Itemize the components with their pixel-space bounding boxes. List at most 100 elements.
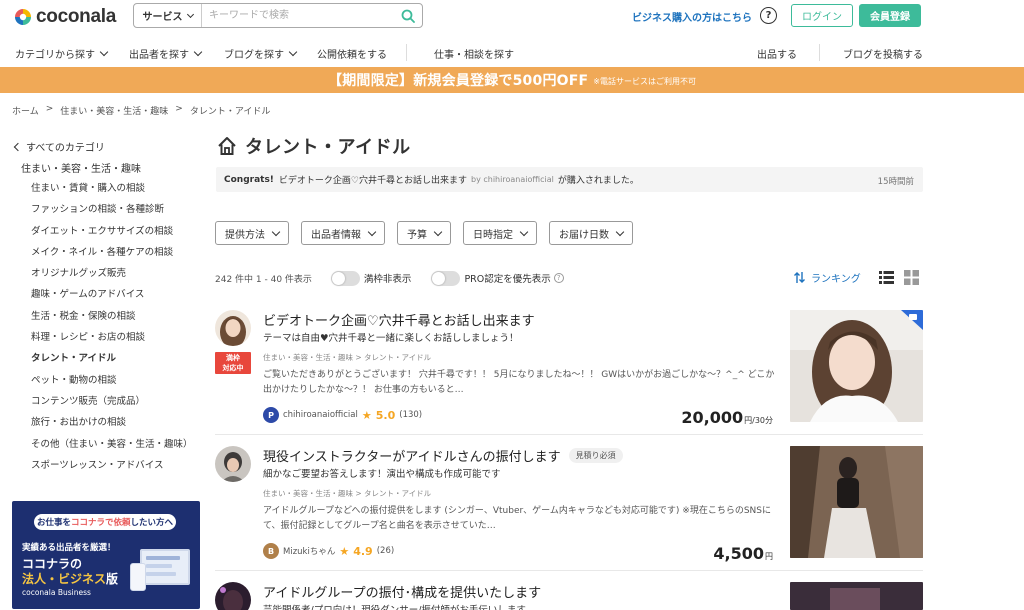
seller-avatar[interactable] (215, 310, 251, 346)
ranking-label: ランキング (811, 274, 861, 285)
question-circle-icon[interactable]: ? (760, 7, 777, 24)
service-thumbnail[interactable] (790, 310, 923, 422)
service-category: 住まい・美容・生活・趣味 > タレント・アイドル (263, 353, 432, 362)
sidebar-item[interactable]: その他（住まい・美容・生活・趣味） (31, 434, 202, 455)
breadcrumb-current: タレント・アイドル (189, 107, 271, 117)
sidebar-item[interactable]: 趣味・ゲームのアドバイス (31, 284, 202, 305)
nav-public-request[interactable]: 公開依頼をする (317, 46, 387, 61)
card-divider (215, 434, 923, 435)
congrats-service-link[interactable]: ビデオトーク企画♡穴井千尋とお話し出来ます (279, 173, 467, 186)
business-purchase-link[interactable]: ビジネス購入の方はこちら (632, 9, 752, 24)
login-button[interactable]: ログイン (791, 4, 853, 27)
sidebar-parent-category[interactable]: 住まい・美容・生活・趣味 (12, 160, 202, 175)
rating-score: 5.0 (375, 408, 396, 422)
service-subtitle: 芸能関係者/プロ向け！現役ダンサー/振付師がお手伝いします (263, 602, 526, 610)
sidebar-item[interactable]: 住まい・賃貸・購入の相談 (31, 178, 202, 199)
logo-text: coconala (36, 6, 116, 27)
question-icon[interactable]: ? (553, 273, 564, 283)
seller-name[interactable]: chihiroanaiofficial (283, 410, 358, 420)
service-price: 20,000円/30分 (681, 408, 773, 427)
sidebar-item-active[interactable]: タレント・アイドル (31, 348, 202, 369)
sidebar-item[interactable]: 料理・レシピ・お店の相談 (31, 327, 202, 348)
seller-name[interactable]: Mizukiちゃん (283, 545, 335, 557)
sidebar-item[interactable]: コンテンツ販売（完成品） (31, 391, 202, 412)
sidebar-item[interactable]: ファッションの相談・各種診断 (31, 199, 202, 220)
search-button[interactable] (394, 4, 422, 27)
chevron-down-icon (99, 47, 109, 57)
star-icon: ★ (339, 544, 350, 558)
promo-line3-highlight: 法人・ビジネス (22, 572, 107, 586)
breadcrumb-separator: > (45, 104, 54, 114)
price-unit: 円/30分 (744, 416, 773, 425)
chevron-down-icon (271, 227, 281, 236)
filter-datetime[interactable]: 日時指定 (463, 221, 537, 245)
service-thumbnail[interactable] (790, 582, 923, 610)
sidebar-item[interactable]: ペット・動物の相談 (31, 370, 202, 391)
breadcrumb-parent[interactable]: 住まい・美容・生活・趣味 (60, 104, 168, 117)
filter-budget[interactable]: 予算 (397, 221, 451, 245)
nav-blog-search[interactable]: ブログを探す (224, 46, 298, 61)
search-icon (401, 9, 415, 23)
service-card[interactable]: アイドルグループの振付･構成を提供いたします 芸能関係者/プロ向け！現役ダンサー… (215, 582, 923, 610)
service-card[interactable]: 現役インストラクターがアイドルさんの振付します 見積り必須 細かなご要望お答えし… (215, 446, 923, 563)
nav-item-label: 出品する (757, 50, 797, 61)
seller-avatar[interactable] (215, 582, 251, 610)
seller-info: P chihiroanaiofficial ★ 5.0 (130) (263, 407, 422, 423)
nav-post-blog[interactable]: ブログを投稿する (843, 46, 923, 61)
filter-label: 予算 (407, 229, 427, 241)
sidebar-item[interactable]: 旅行・お出かけの相談 (31, 412, 202, 433)
search-input[interactable] (202, 4, 394, 27)
service-card[interactable]: 満枠 対応中 ビデオトーク企画♡穴井千尋とお話し出来ます テーマは自由♥穴井千尋と… (215, 310, 923, 427)
nav-item-label: カテゴリから探す (15, 50, 95, 61)
hide-full-toggle[interactable] (330, 270, 360, 286)
service-description: アイドルグループなどへの振付提供をします (シンガー、Vtuber、ゲーム内キャ… (263, 506, 771, 531)
sidebar-item[interactable]: ダイエット・エクササイズの相談 (31, 221, 202, 242)
nav-sell[interactable]: 出品する (757, 46, 797, 61)
chevron-down-icon (186, 10, 194, 18)
congrats-time: 15時間前 (877, 177, 914, 187)
register-button[interactable]: 会員登録 (859, 4, 921, 27)
sidebar-all-categories[interactable]: すべてのカテゴリ (12, 139, 202, 154)
congrats-suffix: が購入されました。 (557, 176, 639, 186)
nav-category-search[interactable]: カテゴリから探す (15, 46, 109, 61)
promo-tag: お仕事を ココナラで依頼 したい方へ (34, 514, 176, 530)
service-title[interactable]: 現役インストラクターがアイドルさんの振付します 見積り必須 (263, 446, 623, 465)
star-icon: ★ (361, 408, 372, 422)
breadcrumb: ホーム > 住まい・美容・生活・趣味 > タレント・アイドル (12, 104, 270, 117)
ranking-sort[interactable]: ランキング (794, 270, 861, 285)
service-price: 4,500円 (713, 544, 773, 563)
service-thumbnail[interactable] (790, 446, 923, 558)
promo-banner[interactable]: 【期間限定】新規会員登録で500円OFF ※電話サービスはご利用不可 (0, 67, 1024, 93)
sidebar-item[interactable]: オリジナルグッズ販売 (31, 263, 202, 284)
breadcrumb-home[interactable]: ホーム (12, 104, 39, 117)
nav-item-label: ブログを探す (224, 50, 284, 61)
sidebar-item[interactable]: スポーツレッスン・アドバイス (31, 455, 202, 476)
seller-avatar[interactable] (215, 446, 251, 482)
banner-note: ※電話サービスはご利用不可 (593, 77, 696, 86)
nav-item-label: 仕事・相談を探す (434, 50, 514, 61)
filter-delivery-method[interactable]: 提供方法 (215, 221, 289, 245)
grid-view-icon[interactable] (904, 270, 919, 285)
nav-seller-search[interactable]: 出品者を探す (129, 46, 203, 61)
promo-line3-suffix: 版 (106, 572, 119, 586)
results-toolbar: 242 件中 1 - 40 件表示 満枠非表示 PRO認定を優先表示? ランキン… (215, 270, 922, 286)
list-view-icon[interactable] (879, 270, 894, 285)
pro-rank-badge-icon: P (263, 407, 279, 423)
chevron-down-icon (288, 47, 298, 57)
pro-priority-toggle[interactable] (431, 270, 461, 286)
promo-tag-prefix: お仕事を (36, 518, 71, 528)
business-promo-ad[interactable]: お仕事を ココナラで依頼 したい方へ 実績ある出品者を厳選！ ココナラの 法人・ビジ… (12, 501, 200, 609)
nav-item-label: ブログを投稿する (843, 50, 923, 61)
service-category: 住まい・美容・生活・趣味 > タレント・アイドル (263, 489, 432, 498)
filter-delivery-days[interactable]: お届け日数 (549, 221, 633, 245)
service-title[interactable]: アイドルグループの振付･構成を提供いたします (263, 582, 541, 601)
sidebar-item[interactable]: メイク・ネイル・各種ケアの相談 (31, 242, 202, 263)
logo[interactable]: coconala (14, 6, 116, 28)
filter-seller-info[interactable]: 出品者情報 (301, 221, 385, 245)
nav-find-work[interactable]: 仕事・相談を探す (434, 46, 514, 61)
service-title[interactable]: ビデオトーク企画♡穴井千尋とお話し出来ます (263, 310, 535, 329)
sidebar-item[interactable]: 生活・税金・保険の相談 (31, 306, 202, 327)
search-category-select[interactable]: サービス (134, 4, 202, 27)
nav-item-label: 出品者を探す (129, 50, 189, 61)
page-title-row: タレント・アイドル (216, 133, 411, 159)
